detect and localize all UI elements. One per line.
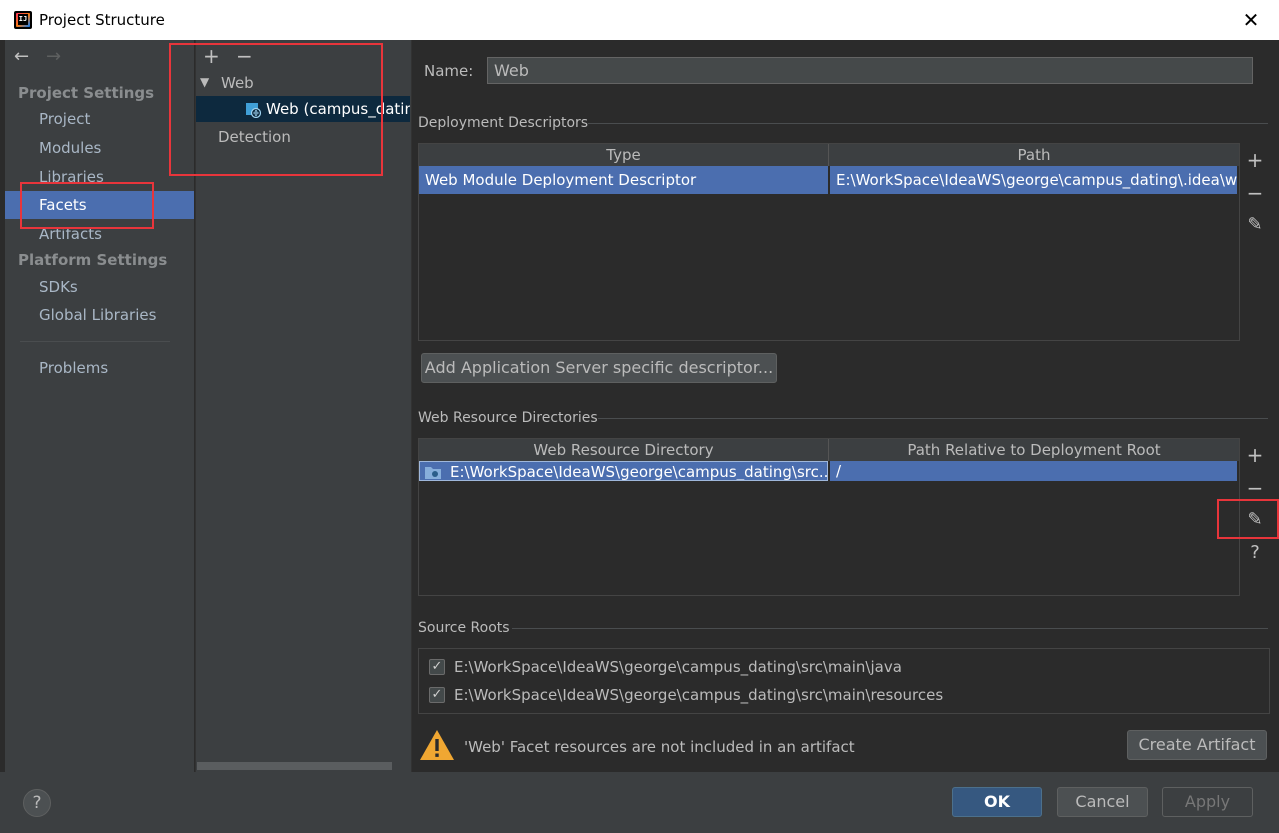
source-root-label: E:\WorkSpace\IdeaWS\george\campus_dating… — [454, 658, 902, 676]
create-artifact-button[interactable]: Create Artifact — [1127, 730, 1267, 760]
source-root-checkbox[interactable]: ✓ — [429, 687, 445, 703]
warning-icon — [419, 728, 455, 762]
close-icon[interactable]: ✕ — [1238, 6, 1264, 34]
nav-item-sdks[interactable]: SDKs — [39, 278, 78, 296]
web-resource-table: Web Resource Directory Path Relative to … — [418, 438, 1240, 596]
ok-button[interactable]: OK — [952, 787, 1042, 817]
folder-icon — [425, 464, 441, 479]
table-row-type-cell[interactable]: Web Module Deployment Descriptor — [419, 166, 828, 194]
add-resource-icon[interactable]: + — [1242, 442, 1268, 468]
add-server-descriptor-button[interactable]: Add Application Server specific descript… — [421, 353, 777, 383]
column-header-web-resource-directory[interactable]: Web Resource Directory — [419, 439, 829, 461]
annotation-highlight-tree — [169, 43, 383, 176]
help-icon[interactable]: ? — [1242, 540, 1268, 566]
deployment-descriptors-title: Deployment Descriptors — [418, 115, 589, 131]
forward-arrow-icon[interactable]: → — [46, 46, 61, 67]
column-header-type[interactable]: Type — [419, 144, 829, 166]
intellij-logo-icon: IJ — [14, 11, 32, 29]
nav-item-modules[interactable]: Modules — [39, 139, 101, 157]
section-separator — [588, 123, 1268, 124]
edit-descriptor-icon[interactable]: ✎ — [1242, 212, 1268, 238]
project-settings-header: Project Settings — [18, 84, 155, 102]
web-resource-directories-title: Web Resource Directories — [418, 410, 598, 426]
warning-text: 'Web' Facet resources are not included i… — [464, 738, 855, 756]
remove-resource-icon[interactable]: − — [1242, 475, 1268, 501]
dialog-help-button[interactable]: ? — [23, 789, 51, 817]
deployment-descriptors-table: Type Path Web Module Deployment Descript… — [418, 143, 1240, 341]
annotation-highlight-facets — [20, 182, 154, 229]
tree-horizontal-scrollbar[interactable] — [197, 762, 392, 770]
nav-item-problems[interactable]: Problems — [39, 359, 108, 377]
platform-settings-header: Platform Settings — [18, 251, 168, 269]
apply-button[interactable]: Apply — [1162, 787, 1253, 817]
section-separator — [512, 628, 1268, 629]
annotation-highlight-edit — [1217, 499, 1279, 539]
table-row-path-cell[interactable]: E:\WorkSpace\IdeaWS\george\campus_dating… — [830, 166, 1237, 194]
nav-item-global-libraries[interactable]: Global Libraries — [39, 306, 156, 324]
source-root-label: E:\WorkSpace\IdeaWS\george\campus_dating… — [454, 686, 944, 704]
name-label: Name: — [424, 62, 474, 80]
section-separator — [598, 418, 1268, 419]
column-header-relative-path[interactable]: Path Relative to Deployment Root — [829, 439, 1239, 461]
nav-divider — [20, 341, 170, 342]
cancel-button[interactable]: Cancel — [1057, 787, 1148, 817]
source-root-checkbox[interactable]: ✓ — [429, 659, 445, 675]
back-arrow-icon[interactable]: ← — [14, 46, 29, 67]
window-title: Project Structure — [39, 11, 165, 29]
table-row-directory-cell[interactable]: E:\WorkSpace\IdeaWS\george\campus_dating… — [419, 461, 828, 481]
table-row-relative-path-cell[interactable]: / — [830, 461, 1237, 481]
source-roots-title: Source Roots — [418, 620, 510, 636]
facet-name-input[interactable] — [487, 57, 1253, 84]
column-header-path[interactable]: Path — [829, 144, 1239, 166]
title-bar: IJ Project Structure ✕ — [0, 0, 1279, 40]
nav-item-project[interactable]: Project — [39, 110, 90, 128]
remove-descriptor-icon[interactable]: − — [1242, 180, 1268, 206]
add-descriptor-icon[interactable]: + — [1242, 147, 1268, 173]
